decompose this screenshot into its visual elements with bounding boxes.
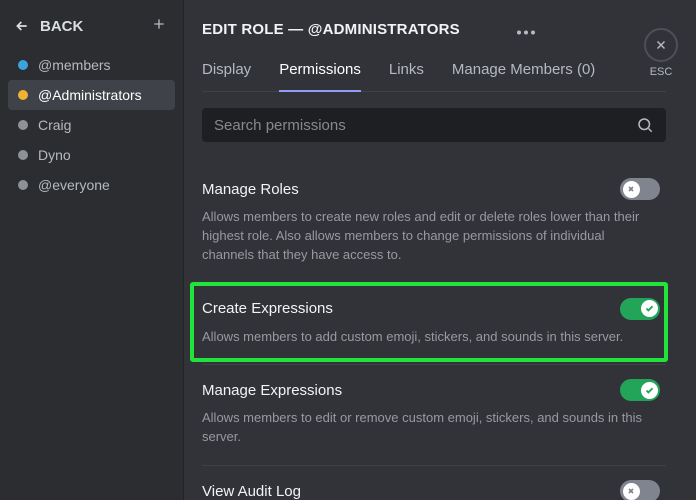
more-options-button[interactable] (516, 18, 536, 41)
ellipsis-icon (516, 30, 536, 35)
tab-bar: Display Permissions Links Manage Members… (202, 61, 666, 92)
sidebar-item-members[interactable]: @members (8, 50, 175, 80)
toggle-view-audit-log[interactable] (620, 480, 660, 500)
plus-icon (151, 16, 167, 32)
role-label: @members (38, 57, 111, 73)
sidebar-item-administrators[interactable]: @Administrators (8, 80, 175, 110)
permission-view-audit-log: View Audit Log Allows members to view a … (202, 466, 666, 500)
search-icon (636, 116, 654, 134)
main-panel: EDIT ROLE — @ADMINISTRATORS ESC Display … (184, 0, 696, 500)
arrow-left-icon (14, 18, 30, 34)
role-label: Craig (38, 117, 71, 133)
permissions-list: Manage Roles Allows members to create ne… (202, 164, 666, 500)
check-icon (645, 304, 654, 313)
sidebar-item-craig[interactable]: Craig (8, 110, 175, 140)
toggle-knob (623, 483, 640, 500)
role-color-dot (18, 90, 28, 100)
esc-label: ESC (644, 66, 678, 78)
page-title: EDIT ROLE — @ADMINISTRATORS (202, 21, 460, 38)
sidebar-item-dyno[interactable]: Dyno (8, 140, 175, 170)
permission-title: Manage Roles (202, 181, 299, 198)
role-label: @Administrators (38, 87, 142, 103)
tab-display[interactable]: Display (202, 61, 251, 91)
x-icon (627, 487, 635, 495)
toggle-manage-expressions[interactable] (620, 379, 660, 401)
sidebar: BACK @members @Administrators Craig Dyno… (0, 0, 184, 500)
close-icon (654, 38, 668, 52)
permission-manage-expressions: Manage Expressions Allows members to edi… (202, 365, 666, 466)
search-input[interactable] (214, 117, 636, 134)
tab-manage-members[interactable]: Manage Members (0) (452, 61, 595, 91)
permission-desc: Allows members to create new roles and e… (202, 208, 660, 265)
highlight-annotation (190, 282, 668, 363)
role-color-dot (18, 120, 28, 130)
close-panel: ESC (644, 28, 678, 78)
add-role-button[interactable] (151, 16, 167, 36)
permission-title: Manage Expressions (202, 382, 342, 399)
toggle-knob (641, 382, 658, 399)
toggle-manage-roles[interactable] (620, 178, 660, 200)
role-label: @everyone (38, 177, 110, 193)
toggle-create-expressions[interactable] (620, 298, 660, 320)
permission-title: View Audit Log (202, 483, 301, 500)
role-label: Dyno (38, 147, 71, 163)
role-color-dot (18, 150, 28, 160)
permission-create-expressions: Create Expressions Allows members to add… (202, 284, 666, 366)
back-button[interactable]: BACK (14, 18, 83, 35)
sidebar-item-everyone[interactable]: @everyone (8, 170, 175, 200)
sidebar-header: BACK (8, 12, 175, 50)
role-list: @members @Administrators Craig Dyno @eve… (8, 50, 175, 200)
permission-title: Create Expressions (202, 300, 333, 317)
permission-manage-roles: Manage Roles Allows members to create ne… (202, 164, 666, 284)
close-button[interactable] (644, 28, 678, 62)
search-container (202, 108, 666, 142)
tab-permissions[interactable]: Permissions (279, 61, 361, 92)
role-color-dot (18, 180, 28, 190)
toggle-knob (641, 300, 658, 317)
permission-desc: Allows members to add custom emoji, stic… (202, 328, 660, 347)
x-icon (627, 185, 635, 193)
permission-desc: Allows members to edit or remove custom … (202, 409, 660, 447)
toggle-knob (623, 181, 640, 198)
check-icon (645, 386, 654, 395)
role-color-dot (18, 60, 28, 70)
tab-links[interactable]: Links (389, 61, 424, 91)
back-label: BACK (40, 18, 83, 35)
